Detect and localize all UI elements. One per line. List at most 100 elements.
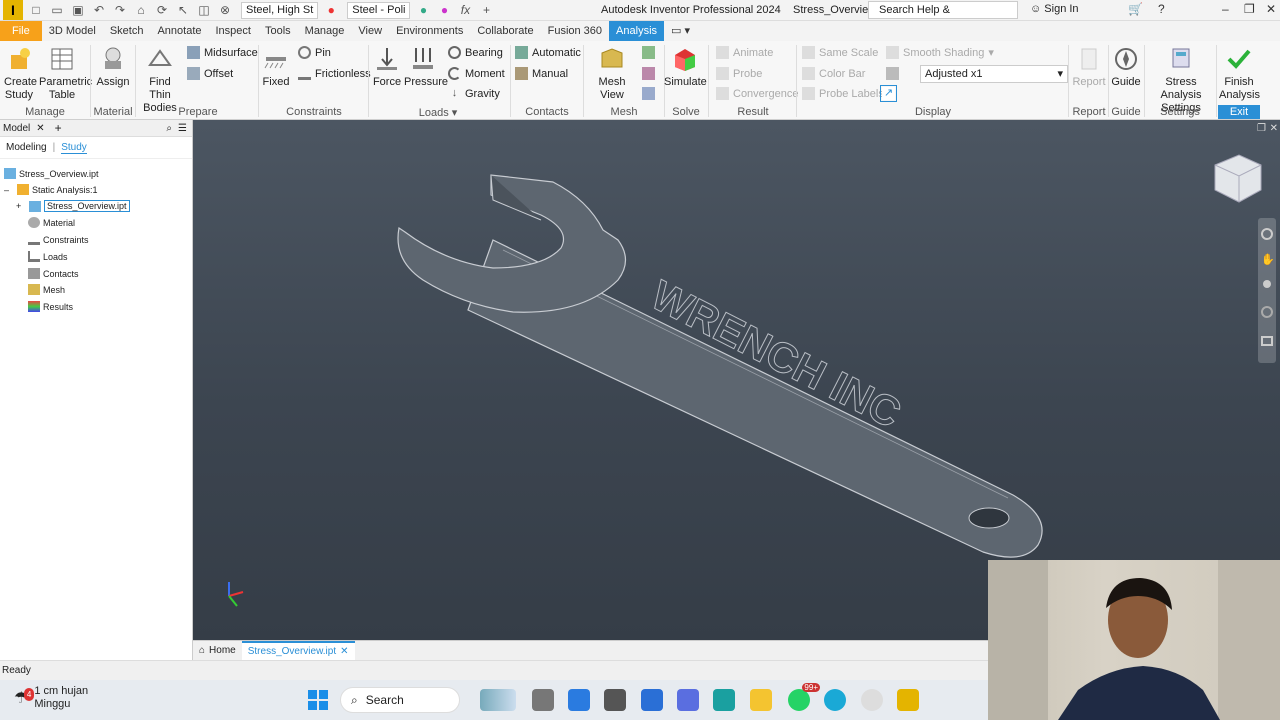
guide-button[interactable]: Guide bbox=[1110, 45, 1142, 89]
help-icon[interactable]: ? bbox=[1158, 2, 1165, 16]
clear-appearance-icon[interactable]: ● bbox=[436, 2, 452, 18]
modeling-tab[interactable]: Modeling bbox=[6, 142, 47, 153]
displacement-scale-select[interactable]: Adjusted x1 ▾ bbox=[920, 65, 1068, 83]
stress-analysis-settings-button[interactable]: Stress Analysis Settings bbox=[1146, 45, 1216, 115]
tab-sketch[interactable]: Sketch bbox=[103, 21, 151, 41]
create-study-button[interactable]: Create Study bbox=[2, 45, 37, 102]
close-button[interactable]: ✕ bbox=[1266, 2, 1276, 16]
tree-item-results[interactable]: Results bbox=[28, 301, 73, 312]
frictionless-constraint-button[interactable]: Frictionless bbox=[298, 67, 371, 80]
tree-item-mesh[interactable]: Mesh bbox=[28, 284, 65, 295]
tab-inspect[interactable]: Inspect bbox=[209, 21, 258, 41]
manual-contacts-button[interactable]: Manual bbox=[515, 67, 568, 80]
tab-file[interactable]: File bbox=[0, 21, 42, 41]
new-file-icon[interactable]: □ bbox=[28, 2, 44, 18]
mesh-view-button[interactable]: Mesh View bbox=[587, 45, 637, 102]
force-load-button[interactable]: Force bbox=[372, 45, 402, 89]
tab-collaborate[interactable]: Collaborate bbox=[470, 21, 540, 41]
cart-icon[interactable]: 🛒 bbox=[1128, 2, 1143, 16]
midsurface-button[interactable]: Midsurface bbox=[187, 46, 258, 59]
file-explorer-icon[interactable] bbox=[750, 689, 772, 711]
taskbar-search[interactable]: ⌕ Search bbox=[340, 687, 460, 713]
close-icon[interactable]: ✕ bbox=[36, 123, 44, 134]
color-bar-button[interactable]: Color Bar bbox=[802, 67, 865, 80]
whatsapp-icon[interactable]: 99+ bbox=[788, 683, 820, 711]
local-mesh-icon[interactable] bbox=[642, 67, 655, 80]
report-button[interactable]: Report bbox=[1072, 45, 1106, 89]
panel-label-loads[interactable]: Loads ▾ bbox=[416, 106, 460, 119]
save-icon[interactable]: ▣ bbox=[70, 2, 86, 18]
panel-toggle-icon[interactable]: ▭ ▾ bbox=[664, 21, 697, 41]
full-navigation-wheel-icon[interactable] bbox=[1261, 228, 1273, 240]
pressure-load-button[interactable]: Pressure bbox=[404, 45, 448, 89]
home-icon[interactable]: ⌂ bbox=[133, 2, 149, 18]
probe-labels-button[interactable]: Probe Labels bbox=[802, 87, 884, 100]
pin-constraint-button[interactable]: Pin bbox=[298, 46, 331, 59]
zoom-icon[interactable] bbox=[1263, 280, 1271, 288]
start-button[interactable] bbox=[308, 690, 328, 710]
tab-3d-model[interactable]: 3D Model bbox=[42, 21, 103, 41]
inventor-taskbar-icon[interactable] bbox=[897, 689, 919, 711]
tab-annotate[interactable]: Annotate bbox=[150, 21, 208, 41]
browser-tab-model[interactable]: Model bbox=[3, 123, 30, 134]
arduino-app-icon[interactable] bbox=[713, 689, 735, 711]
probe-button[interactable]: Probe bbox=[716, 67, 762, 80]
menu-icon[interactable]: ☰ bbox=[178, 123, 187, 134]
show-boundary-icon[interactable]: ↗ bbox=[880, 85, 897, 102]
tab-manage[interactable]: Manage bbox=[298, 21, 352, 41]
add-tab-icon[interactable]: + bbox=[55, 121, 62, 135]
undo-icon[interactable]: ↶ bbox=[91, 2, 107, 18]
animate-button[interactable]: Animate bbox=[716, 46, 773, 59]
orbit-icon[interactable] bbox=[1261, 306, 1273, 318]
maximize-button[interactable]: ❐ bbox=[1244, 2, 1255, 16]
collapse-icon[interactable]: – bbox=[4, 185, 14, 195]
same-scale-button[interactable]: Same Scale bbox=[802, 46, 878, 59]
tree-item-part[interactable]: + Stress_Overview.ipt bbox=[16, 200, 130, 212]
task-view-icon[interactable] bbox=[532, 689, 554, 711]
adjust-icon[interactable]: ● bbox=[415, 2, 431, 18]
parameters-icon[interactable]: fx bbox=[457, 2, 473, 18]
expand-icon[interactable]: + bbox=[16, 201, 26, 211]
ink-app-icon[interactable] bbox=[641, 689, 663, 711]
tree-item-static-analysis[interactable]: – Static Analysis:1 bbox=[4, 184, 98, 195]
viewport-restore-icon[interactable]: ❐ bbox=[1257, 123, 1266, 134]
tab-fusion-360[interactable]: Fusion 360 bbox=[541, 21, 609, 41]
bearing-load-button[interactable]: Bearing bbox=[448, 46, 503, 59]
moment-load-button[interactable]: Moment bbox=[448, 67, 505, 80]
automatic-contacts-button[interactable]: Automatic bbox=[515, 46, 581, 59]
appearance-select[interactable]: Steel - Poli bbox=[347, 1, 411, 19]
tree-item-material[interactable]: Material bbox=[28, 217, 75, 228]
tab-environments[interactable]: Environments bbox=[389, 21, 470, 41]
finish-analysis-button[interactable]: Finish Analysis bbox=[1218, 45, 1260, 102]
chrome-icon[interactable] bbox=[861, 689, 883, 711]
viewport-close-icon[interactable]: ✕ bbox=[1270, 123, 1278, 134]
measure-icon[interactable]: ◫ bbox=[196, 2, 212, 18]
material-select[interactable]: Steel, High St bbox=[241, 1, 319, 19]
look-at-icon[interactable] bbox=[1261, 336, 1273, 346]
view-cube[interactable] bbox=[1214, 154, 1262, 203]
close-icon[interactable]: ✕ bbox=[340, 646, 348, 657]
offset-button[interactable]: Offset bbox=[187, 67, 233, 80]
smooth-shading-button[interactable]: Smooth Shading ▾ bbox=[886, 46, 994, 59]
tree-item-root[interactable]: Stress_Overview.ipt bbox=[4, 168, 99, 179]
add-icon[interactable]: + bbox=[478, 2, 494, 18]
edge-icon[interactable] bbox=[824, 689, 846, 711]
study-tab[interactable]: Study bbox=[61, 142, 87, 154]
convergence-button[interactable]: Convergence bbox=[716, 87, 798, 100]
tree-item-constraints[interactable]: Constraints bbox=[28, 234, 89, 245]
home-tab[interactable]: ⌂ Home bbox=[193, 641, 242, 661]
search-icon[interactable]: ⌕ bbox=[166, 123, 172, 134]
tab-tools[interactable]: Tools bbox=[258, 21, 298, 41]
pan-icon[interactable]: ✋ bbox=[1261, 254, 1275, 266]
3d-app-icon[interactable] bbox=[604, 689, 626, 711]
find-thin-bodies-button[interactable]: Find Thin Bodies bbox=[138, 45, 182, 115]
assign-material-button[interactable]: Assign bbox=[96, 45, 130, 89]
weather-widget[interactable]: ☂ 4 1 cm hujan Minggu bbox=[14, 685, 88, 711]
adjust-icon[interactable] bbox=[886, 67, 899, 80]
update-icon[interactable]: ⟳ bbox=[154, 2, 170, 18]
navigation-bar[interactable]: ✋ bbox=[1258, 218, 1276, 363]
mesh-settings-icon[interactable] bbox=[642, 46, 655, 59]
document-tab-active[interactable]: Stress_Overview.ipt ✕ bbox=[241, 640, 355, 661]
convergence-settings-icon[interactable] bbox=[642, 87, 655, 100]
minimize-button[interactable]: – bbox=[1222, 2, 1229, 16]
